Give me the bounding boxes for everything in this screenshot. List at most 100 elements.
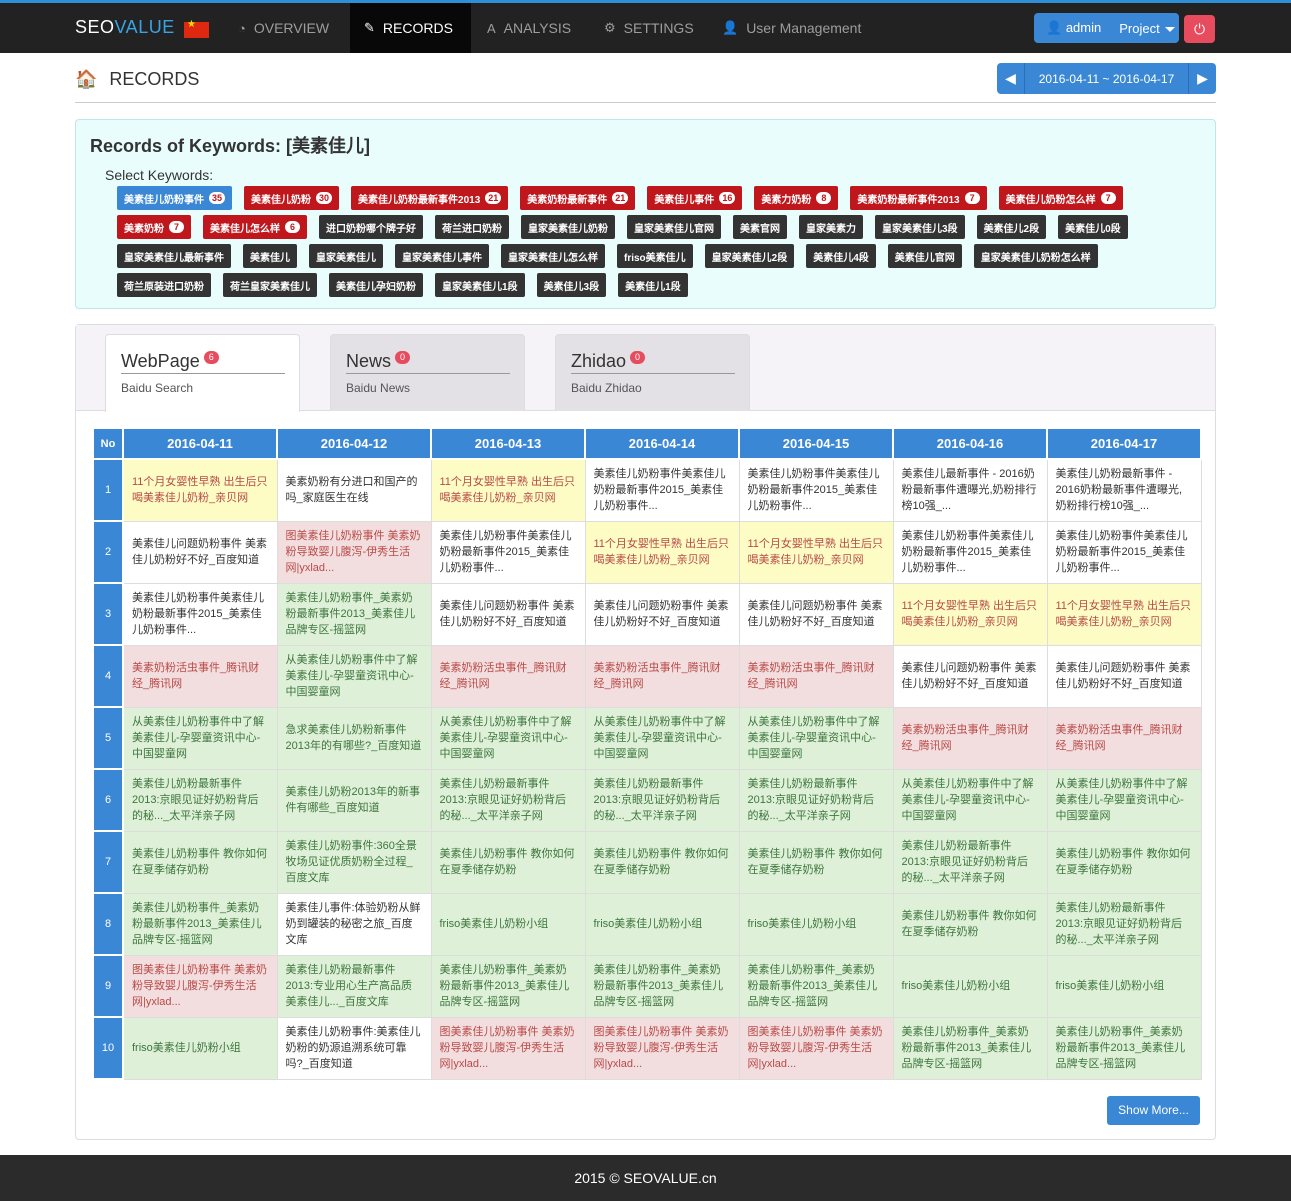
- result-cell[interactable]: 美素佳儿问题奶粉事件 美素佳儿奶粉好不好_百度知道: [122, 520, 278, 584]
- keyword-tag[interactable]: 美素佳儿事件 16: [647, 186, 743, 210]
- show-more-button[interactable]: Show More...: [1107, 1096, 1200, 1125]
- result-cell[interactable]: 美素佳儿奶粉事件_美素奶粉最新事件2013_美素佳儿品牌专区-摇篮网: [584, 954, 740, 1018]
- result-cell[interactable]: 美素佳儿奶粉最新事件2013:京眼见证好奶粉背后的秘..._太平洋亲子网: [738, 768, 894, 832]
- keyword-tag[interactable]: 皇家美素佳儿奶粉: [521, 215, 615, 239]
- result-cell[interactable]: 图美素佳儿奶粉事件 美素奶粉导致婴儿腹泻-伊秀生活网|yxlad...: [122, 954, 278, 1018]
- keyword-tag[interactable]: 美素奶粉 7: [117, 215, 191, 239]
- result-cell[interactable]: 美素佳儿问题奶粉事件 美素佳儿奶粉好不好_百度知道: [430, 582, 586, 646]
- keyword-tag[interactable]: 美素佳儿: [243, 244, 297, 268]
- result-cell[interactable]: 美素佳儿奶粉最新事件2013:京眼见证好奶粉背后的秘..._太平洋亲子网: [892, 830, 1048, 894]
- result-cell[interactable]: 美素佳儿奶粉事件_美素奶粉最新事件2013_美素佳儿品牌专区-摇篮网: [892, 1016, 1048, 1080]
- keyword-tag[interactable]: 荷兰原装进口奶粉: [117, 273, 211, 297]
- result-cell[interactable]: 11个月女婴性早熟 出生后只喝美素佳儿奶粉_亲贝网: [122, 458, 278, 522]
- result-cell[interactable]: 从美素佳儿奶粉事件中了解美素佳儿-孕婴童资讯中心-中国婴童网: [122, 706, 278, 770]
- result-cell[interactable]: 从美素佳儿奶粉事件中了解美素佳儿-孕婴童资讯中心-中国婴童网: [430, 706, 586, 770]
- result-cell[interactable]: 美素佳儿问题奶粉事件 美素佳儿奶粉好不好_百度知道: [892, 644, 1048, 708]
- keyword-tag[interactable]: 进口奶粉哪个牌子好: [319, 215, 423, 239]
- result-cell[interactable]: 美素佳儿奶粉最新事件2013:专业用心生产高品质美素佳儿..._百度文库: [276, 954, 432, 1018]
- result-cell[interactable]: 美素佳儿奶粉事件美素佳儿奶粉最新事件2015_美素佳儿奶粉事件...: [430, 520, 586, 584]
- result-cell[interactable]: 11个月女婴性早熟 出生后只喝美素佳儿奶粉_亲贝网: [892, 582, 1048, 646]
- result-cell[interactable]: 美素佳儿问题奶粉事件 美素佳儿奶粉好不好_百度知道: [584, 582, 740, 646]
- keyword-tag[interactable]: friso美素佳儿: [617, 244, 693, 268]
- keyword-tag[interactable]: 皇家美素佳儿怎么样: [501, 244, 605, 268]
- keyword-tag[interactable]: 皇家美素力: [799, 215, 863, 239]
- result-cell[interactable]: 从美素佳儿奶粉事件中了解美素佳儿-孕婴童资讯中心-中国婴童网: [276, 644, 432, 708]
- result-cell[interactable]: 美素奶粉活虫事件_腾讯财经_腾讯网: [892, 706, 1048, 770]
- result-cell[interactable]: 美素佳儿奶粉事件 教你如何在夏季储存奶粉: [738, 830, 894, 894]
- result-cell[interactable]: friso美素佳儿奶粉小组: [122, 1016, 278, 1080]
- result-cell[interactable]: 从美素佳儿奶粉事件中了解美素佳儿-孕婴童资讯中心-中国婴童网: [1046, 768, 1202, 832]
- brand-logo[interactable]: SEOVALUE: [75, 17, 175, 38]
- result-cell[interactable]: 美素佳儿奶粉事件_美素奶粉最新事件2013_美素佳儿品牌专区-摇篮网: [276, 582, 432, 646]
- result-cell[interactable]: 11个月女婴性早熟 出生后只喝美素佳儿奶粉_亲贝网: [584, 520, 740, 584]
- result-cell[interactable]: 美素佳儿奶粉事件 教你如何在夏季储存奶粉: [1046, 830, 1202, 894]
- result-cell[interactable]: 美素佳儿奶粉事件_美素奶粉最新事件2013_美素佳儿品牌专区-摇篮网: [122, 892, 278, 956]
- result-cell[interactable]: friso美素佳儿奶粉小组: [892, 954, 1048, 1018]
- nav-overview[interactable]: ◔ OVERVIEW: [224, 3, 343, 53]
- result-cell[interactable]: 美素奶粉活虫事件_腾讯财经_腾讯网: [122, 644, 278, 708]
- nav-settings[interactable]: ⚙ SETTINGS: [590, 3, 708, 53]
- result-cell[interactable]: 美素佳儿事件:体验奶粉从鲜奶到罐装的秘密之旅_百度文库: [276, 892, 432, 956]
- keyword-tag[interactable]: 美素佳儿怎么样 6: [203, 215, 307, 239]
- result-cell[interactable]: 美素佳儿奶粉最新事件2013:京眼见证好奶粉背后的秘..._太平洋亲子网: [430, 768, 586, 832]
- result-cell[interactable]: friso美素佳儿奶粉小组: [738, 892, 894, 956]
- tab-zhidao[interactable]: Zhidao 0 Baidu Zhidao: [555, 334, 750, 411]
- tab-news[interactable]: News 0 Baidu News: [330, 334, 525, 411]
- tab-webpage[interactable]: WebPage 6 Baidu Search: [105, 334, 300, 412]
- china-flag-icon[interactable]: [184, 19, 209, 38]
- nav-user-management[interactable]: 👤 User Management: [708, 3, 875, 53]
- keyword-tag[interactable]: 皇家美素佳儿1段: [435, 273, 525, 297]
- result-cell[interactable]: 美素佳儿奶粉事件 教你如何在夏季储存奶粉: [584, 830, 740, 894]
- keyword-tag[interactable]: 美素佳儿2段: [976, 215, 1047, 239]
- result-cell[interactable]: 美素佳儿奶粉最新事件2013:京眼见证好奶粉背后的秘..._太平洋亲子网: [584, 768, 740, 832]
- keyword-tag[interactable]: 美素奶粉最新事件 21: [520, 186, 636, 210]
- admin-project-dropdown[interactable]: 👤 admin Project: [1034, 13, 1179, 43]
- keyword-tag[interactable]: 皇家美素佳儿官网: [627, 215, 721, 239]
- home-icon[interactable]: 🏠: [75, 69, 97, 89]
- keyword-tag[interactable]: 美素佳儿奶粉事件 35: [117, 186, 233, 210]
- keyword-tag[interactable]: 美素官网: [733, 215, 787, 239]
- result-cell[interactable]: 美素佳儿奶粉事件美素佳儿奶粉最新事件2015_美素佳儿奶粉事件...: [892, 520, 1048, 584]
- result-cell[interactable]: 从美素佳儿奶粉事件中了解美素佳儿-孕婴童资讯中心-中国婴童网: [738, 706, 894, 770]
- nav-records[interactable]: ✎ RECORDS: [350, 3, 471, 53]
- result-cell[interactable]: 美素佳儿奶粉事件_美素奶粉最新事件2013_美素佳儿品牌专区-摇篮网: [430, 954, 586, 1018]
- result-cell[interactable]: 美素佳儿奶粉事件_美素奶粉最新事件2013_美素佳儿品牌专区-摇篮网: [738, 954, 894, 1018]
- result-cell[interactable]: friso美素佳儿奶粉小组: [430, 892, 586, 956]
- result-cell[interactable]: 图美素佳儿奶粉事件 美素奶粉导致婴儿腹泻-伊秀生活网|yxlad...: [584, 1016, 740, 1080]
- result-cell[interactable]: 从美素佳儿奶粉事件中了解美素佳儿-孕婴童资讯中心-中国婴童网: [584, 706, 740, 770]
- logout-power-button[interactable]: ⏻: [1184, 15, 1215, 43]
- next-week-button[interactable]: ▶: [1188, 63, 1216, 94]
- result-cell[interactable]: 从美素佳儿奶粉事件中了解美素佳儿-孕婴童资讯中心-中国婴童网: [892, 768, 1048, 832]
- keyword-tag[interactable]: 美素佳儿3段: [536, 273, 607, 297]
- keyword-tag[interactable]: 荷兰进口奶粉: [435, 215, 509, 239]
- result-cell[interactable]: 美素奶粉活虫事件_腾讯财经_腾讯网: [430, 644, 586, 708]
- keyword-tag[interactable]: 美素佳儿4段: [806, 244, 876, 268]
- result-cell[interactable]: 美素佳儿问题奶粉事件 美素佳儿奶粉好不好_百度知道: [1046, 644, 1202, 708]
- result-cell[interactable]: 美素佳儿奶粉事件 教你如何在夏季储存奶粉: [892, 892, 1048, 956]
- keyword-tag[interactable]: 美素佳儿1段: [618, 273, 688, 297]
- result-cell[interactable]: 美素佳儿奶粉2013年的新事件有哪些_百度知道: [276, 768, 432, 832]
- result-cell[interactable]: 美素佳儿奶粉事件 教你如何在夏季储存奶粉: [430, 830, 586, 894]
- result-cell[interactable]: 美素佳儿奶粉事件_美素奶粉最新事件2013_美素佳儿品牌专区-摇篮网: [1046, 1016, 1202, 1080]
- keyword-tag[interactable]: 美素奶粉最新事件2013 7: [850, 186, 987, 210]
- result-cell[interactable]: 美素佳儿奶粉事件 教你如何在夏季储存奶粉: [122, 830, 278, 894]
- keyword-tag[interactable]: 美素佳儿奶粉最新事件2013 21: [351, 186, 509, 210]
- keyword-tag[interactable]: 美素佳儿奶粉 30: [244, 186, 340, 210]
- result-cell[interactable]: 图美素佳儿奶粉事件 美素奶粉导致婴儿腹泻-伊秀生活网|yxlad...: [276, 520, 432, 584]
- result-cell[interactable]: 美素奶粉活虫事件_腾讯财经_腾讯网: [584, 644, 740, 708]
- result-cell[interactable]: 11个月女婴性早熟 出生后只喝美素佳儿奶粉_亲贝网: [738, 520, 894, 584]
- keyword-tag[interactable]: 荷兰皇家美素佳儿: [223, 273, 317, 297]
- result-cell[interactable]: 美素佳儿奶粉事件美素佳儿奶粉最新事件2015_美素佳儿奶粉事件...: [122, 582, 278, 646]
- result-cell[interactable]: friso美素佳儿奶粉小组: [584, 892, 740, 956]
- result-cell[interactable]: 图美素佳儿奶粉事件 美素奶粉导致婴儿腹泻-伊秀生活网|yxlad...: [738, 1016, 894, 1080]
- result-cell[interactable]: 美素佳儿奶粉最新事件2013:京眼见证好奶粉背后的秘..._太平洋亲子网: [122, 768, 278, 832]
- result-cell[interactable]: 美素佳儿问题奶粉事件 美素佳儿奶粉好不好_百度知道: [738, 582, 894, 646]
- keyword-tag[interactable]: 美素佳儿0段: [1058, 215, 1128, 239]
- keyword-tag[interactable]: 皇家美素佳儿事件: [395, 244, 489, 268]
- result-cell[interactable]: 美素奶粉活虫事件_腾讯财经_腾讯网: [738, 644, 894, 708]
- result-cell[interactable]: 美素佳儿奶粉事件:360全景牧场见证优质奶粉全过程_百度文库: [276, 830, 432, 894]
- result-cell[interactable]: 11个月女婴性早熟 出生后只喝美素佳儿奶粉_亲贝网: [1046, 582, 1202, 646]
- result-cell[interactable]: 美素佳儿奶粉事件美素佳儿奶粉最新事件2015_美素佳儿奶粉事件...: [1046, 520, 1202, 584]
- result-cell[interactable]: 美素奶粉活虫事件_腾讯财经_腾讯网: [1046, 706, 1202, 770]
- keyword-tag[interactable]: 皇家美素佳儿3段: [875, 215, 965, 239]
